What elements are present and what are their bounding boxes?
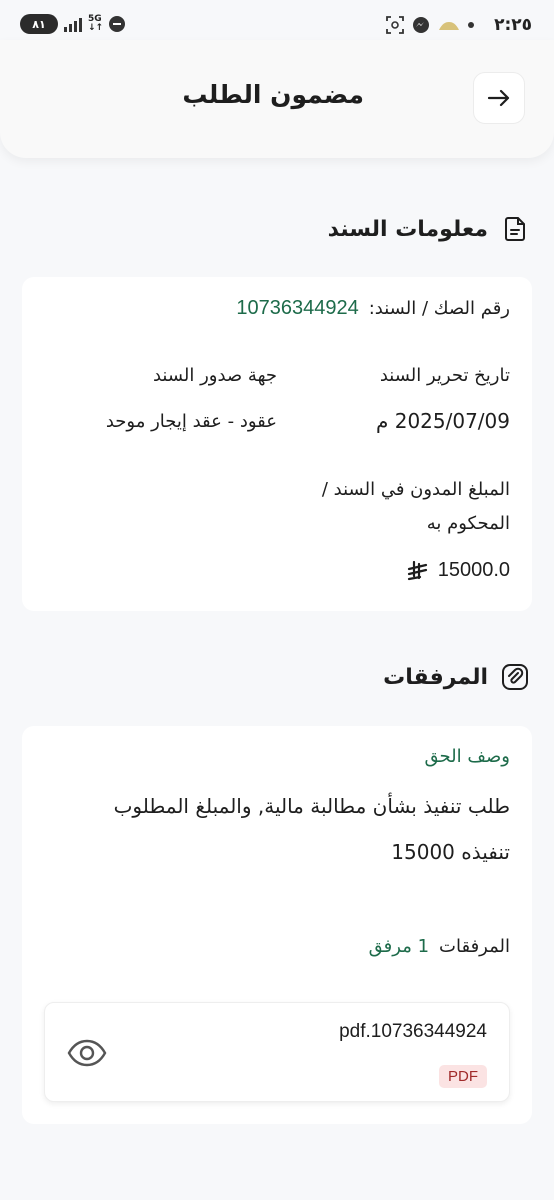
issuer-value: عقود - عقد إيجار موحد xyxy=(105,411,277,432)
section-title-text: معلومات السند xyxy=(327,216,488,242)
right-description-line1: طلب تنفيذ بشأن مطالبة مالية, والمبلغ الم… xyxy=(113,794,510,818)
dnd-icon xyxy=(109,16,126,32)
pdf-badge: PDF xyxy=(439,1065,487,1088)
back-button[interactable] xyxy=(473,72,525,124)
paperclip-icon xyxy=(500,662,530,692)
attachments-card: وصف الحق طلب تنفيذ بشأن مطالبة مالية, وا… xyxy=(22,726,532,1124)
page-header: مضمون الطلب xyxy=(0,40,554,158)
amount-value: 15000.0 xyxy=(437,559,510,581)
attachment-file-card[interactable]: pdf.10736344924 PDF xyxy=(44,1002,510,1102)
right-description-label: وصف الحق xyxy=(424,746,510,767)
document-info-section-title: معلومات السند xyxy=(328,214,530,244)
eye-icon xyxy=(67,1039,107,1067)
deed-number-value: 10736344924 xyxy=(236,297,359,319)
document-icon xyxy=(500,214,530,244)
view-file-button[interactable] xyxy=(65,1033,109,1073)
arrow-right-icon xyxy=(487,89,510,107)
attachments-section-title: المرفقات xyxy=(383,662,530,692)
messenger-icon xyxy=(413,17,429,33)
page-title: مضمون الطلب xyxy=(182,80,364,109)
amount-label-line2: المحكوم به xyxy=(426,513,510,534)
status-left-icons: ٨١ 5G ↓↑ xyxy=(20,14,126,34)
attachments-count: 1 مرفق xyxy=(368,936,430,957)
notification-dot-icon xyxy=(468,22,474,28)
network-indicator: 5G ↓↑ xyxy=(88,14,104,33)
deed-number-row: رقم الصك / السند: 10736344924 xyxy=(236,297,510,320)
right-description-line2: تنفيذه 15000 xyxy=(391,840,510,864)
attachments-count-row: المرفقات 1 مرفق xyxy=(369,936,510,957)
battery-icon: ٨١ xyxy=(20,14,58,34)
amount-row: 15000.0 xyxy=(406,559,510,582)
file-name: pdf.10736344924 xyxy=(339,1021,487,1042)
status-right-icons xyxy=(386,16,474,34)
status-time: ٢:٢٥ xyxy=(494,15,532,35)
issue-date-value: 2025/07/09 م xyxy=(375,409,510,433)
riyal-currency-icon xyxy=(407,560,427,580)
document-info-card: رقم الصك / السند: 10736344924 تاريخ تحري… xyxy=(22,277,532,611)
issue-date-label: تاريخ تحرير السند xyxy=(379,365,510,386)
app-logo-icon xyxy=(439,22,459,30)
section-title-text: المرفقات xyxy=(383,664,488,690)
issuer-label: جهة صدور السند xyxy=(152,365,277,386)
signal-icon xyxy=(64,16,82,32)
amount-label-line1: المبلغ المدون في السند / xyxy=(321,479,510,500)
screenshot-icon xyxy=(386,16,404,34)
attachments-label: المرفقات xyxy=(439,936,510,957)
deed-number-label: رقم الصك / السند: xyxy=(368,298,510,319)
